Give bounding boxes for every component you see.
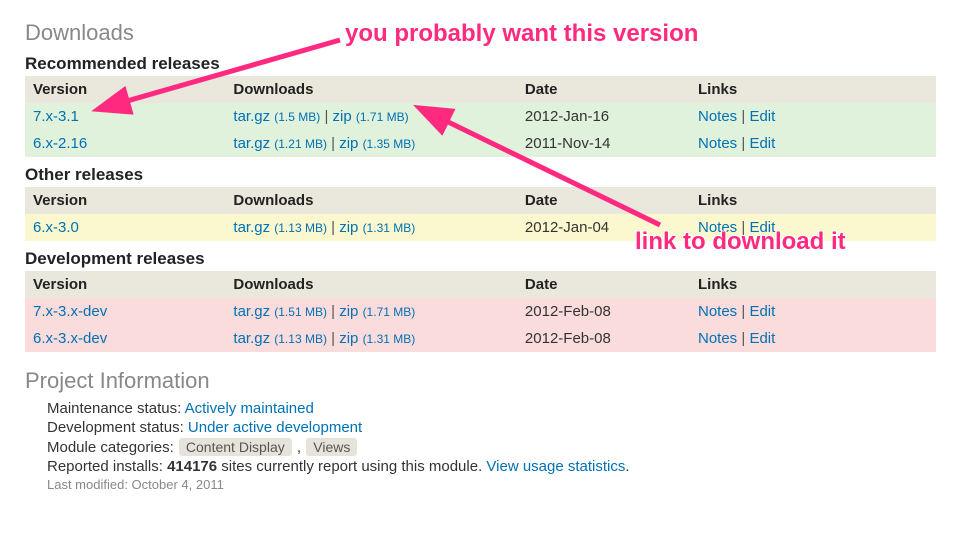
release-date: 2012-Feb-08	[517, 325, 690, 352]
col-downloads: Downloads	[225, 271, 517, 298]
version-link[interactable]: 6.x-3.0	[33, 219, 79, 236]
maintenance-label: Maintenance status:	[47, 400, 185, 417]
categories-label: Module categories:	[47, 439, 178, 456]
separator: |	[331, 135, 339, 152]
table-row: 7.x-3.1 tar.gz (1.5 MB) | zip (1.71 MB) …	[25, 103, 936, 130]
table-header-row: Version Downloads Date Links	[25, 76, 936, 103]
development-status-line: Development status: Under active develop…	[47, 419, 936, 436]
other-table: Version Downloads Date Links 6.x-3.0 tar…	[25, 187, 936, 241]
size-targz: (1.5 MB)	[274, 110, 320, 124]
category-tag[interactable]: Views	[306, 438, 357, 456]
download-zip[interactable]: zip	[339, 219, 358, 236]
edit-link[interactable]: Edit	[749, 303, 775, 320]
col-version: Version	[25, 271, 225, 298]
release-date: 2012-Feb-08	[517, 298, 690, 325]
release-date: 2012-Jan-04	[517, 214, 690, 241]
development-table: Version Downloads Date Links 7.x-3.x-dev…	[25, 271, 936, 352]
col-links: Links	[690, 187, 936, 214]
col-date: Date	[517, 187, 690, 214]
version-link[interactable]: 6.x-3.x-dev	[33, 330, 107, 347]
usage-statistics-link[interactable]: View usage statistics	[486, 458, 625, 475]
size-targz: (1.21 MB)	[274, 137, 327, 151]
separator: |	[331, 330, 339, 347]
category-tag[interactable]: Content Display	[179, 438, 292, 456]
tag-separator: ,	[297, 439, 305, 456]
release-date: 2011-Nov-14	[517, 130, 690, 157]
table-header-row: Version Downloads Date Links	[25, 271, 936, 298]
col-date: Date	[517, 76, 690, 103]
project-info-heading: Project Information	[25, 368, 936, 394]
download-targz[interactable]: tar.gz	[233, 303, 270, 320]
recommended-table: Version Downloads Date Links 7.x-3.1 tar…	[25, 76, 936, 157]
download-zip[interactable]: zip	[333, 108, 352, 125]
size-targz: (1.51 MB)	[274, 305, 327, 319]
development-status-link[interactable]: Under active development	[188, 419, 362, 436]
maintenance-status-link[interactable]: Actively maintained	[185, 400, 314, 417]
maintenance-status-line: Maintenance status: Actively maintained	[47, 400, 936, 417]
last-modified: Last modified: October 4, 2011	[47, 477, 936, 492]
development-heading: Development releases	[25, 249, 936, 269]
table-row: 7.x-3.x-dev tar.gz (1.51 MB) | zip (1.71…	[25, 298, 936, 325]
installs-label: Reported installs:	[47, 458, 167, 475]
notes-link[interactable]: Notes	[698, 219, 737, 236]
period: .	[625, 458, 629, 475]
col-version: Version	[25, 187, 225, 214]
size-zip: (1.31 MB)	[363, 332, 416, 346]
table-header-row: Version Downloads Date Links	[25, 187, 936, 214]
module-categories-line: Module categories: Content Display , Vie…	[47, 438, 936, 456]
col-downloads: Downloads	[225, 76, 517, 103]
size-zip: (1.71 MB)	[356, 110, 409, 124]
size-zip: (1.71 MB)	[363, 305, 416, 319]
recommended-heading: Recommended releases	[25, 54, 936, 74]
download-targz[interactable]: tar.gz	[233, 135, 270, 152]
col-links: Links	[690, 271, 936, 298]
separator: |	[324, 108, 332, 125]
size-targz: (1.13 MB)	[274, 221, 327, 235]
table-row: 6.x-3.0 tar.gz (1.13 MB) | zip (1.31 MB)…	[25, 214, 936, 241]
other-heading: Other releases	[25, 165, 936, 185]
size-zip: (1.35 MB)	[363, 137, 416, 151]
table-row: 6.x-3.x-dev tar.gz (1.13 MB) | zip (1.31…	[25, 325, 936, 352]
size-targz: (1.13 MB)	[274, 332, 327, 346]
col-version: Version	[25, 76, 225, 103]
notes-link[interactable]: Notes	[698, 303, 737, 320]
edit-link[interactable]: Edit	[749, 135, 775, 152]
col-downloads: Downloads	[225, 187, 517, 214]
download-targz[interactable]: tar.gz	[233, 108, 270, 125]
notes-link[interactable]: Notes	[698, 108, 737, 125]
notes-link[interactable]: Notes	[698, 135, 737, 152]
col-date: Date	[517, 271, 690, 298]
col-links: Links	[690, 76, 936, 103]
size-zip: (1.31 MB)	[363, 221, 416, 235]
separator: |	[331, 303, 339, 320]
reported-installs-line: Reported installs: 414176 sites currentl…	[47, 458, 936, 475]
separator: |	[331, 219, 339, 236]
notes-link[interactable]: Notes	[698, 330, 737, 347]
downloads-heading: Downloads	[25, 20, 936, 46]
download-zip[interactable]: zip	[339, 135, 358, 152]
edit-link[interactable]: Edit	[749, 330, 775, 347]
version-link[interactable]: 7.x-3.x-dev	[33, 303, 107, 320]
version-link[interactable]: 7.x-3.1	[33, 108, 79, 125]
download-zip[interactable]: zip	[339, 330, 358, 347]
download-zip[interactable]: zip	[339, 303, 358, 320]
download-targz[interactable]: tar.gz	[233, 219, 270, 236]
development-label: Development status:	[47, 419, 188, 436]
edit-link[interactable]: Edit	[749, 219, 775, 236]
edit-link[interactable]: Edit	[749, 108, 775, 125]
version-link[interactable]: 6.x-2.16	[33, 135, 87, 152]
download-targz[interactable]: tar.gz	[233, 330, 270, 347]
installs-tail: sites currently report using this module…	[221, 458, 486, 475]
installs-count: 414176	[167, 458, 217, 475]
release-date: 2012-Jan-16	[517, 103, 690, 130]
table-row: 6.x-2.16 tar.gz (1.21 MB) | zip (1.35 MB…	[25, 130, 936, 157]
